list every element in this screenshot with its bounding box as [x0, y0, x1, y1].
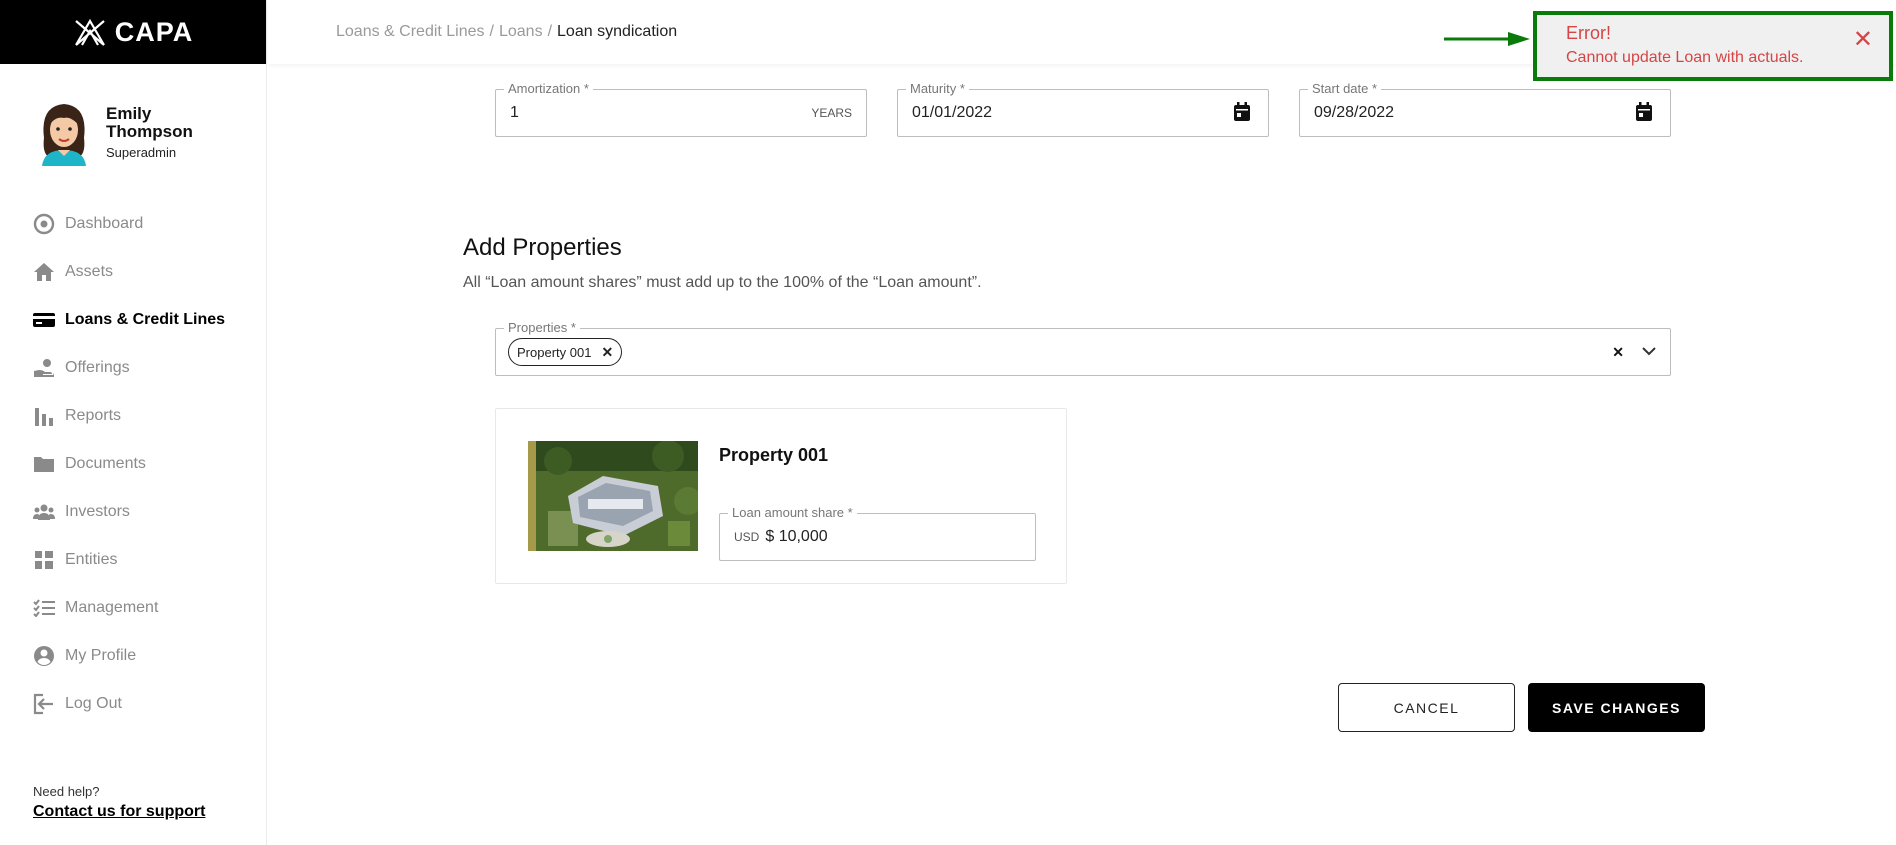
toast-message: Cannot update Loan with actuals. [1566, 49, 1804, 66]
properties-select[interactable]: Properties * Property 001 ✕ ✕ [495, 320, 1671, 376]
hand-coin-icon [33, 357, 55, 379]
annotation-arrow-icon [1444, 32, 1530, 46]
amortization-suffix: YEARS [811, 106, 852, 120]
sidebar-item-log-out[interactable]: Log Out [0, 680, 267, 728]
property-name: Property 001 [719, 445, 829, 465]
sidebar-item-label: Assets [65, 263, 114, 280]
cancel-button[interactable]: CANCEL [1338, 683, 1515, 732]
sidebar-item-label: Log Out [65, 695, 122, 712]
sidebar-item-documents[interactable]: Documents [0, 440, 267, 488]
sidebar-item-label: Reports [65, 407, 122, 424]
loan-amount-share-field[interactable]: Loan amount share * USD $ 10,000 [719, 505, 1036, 561]
start-date-value: 09/28/2022 [1314, 104, 1395, 121]
chip-remove-icon[interactable]: ✕ [601, 344, 613, 361]
sidebar-item-entities[interactable]: Entities [0, 536, 267, 584]
sidebar-item-label: Dashboard [65, 215, 144, 232]
sidebar-item-assets[interactable]: Assets [0, 248, 267, 296]
toast-title: Error! [1566, 23, 1611, 43]
clear-selection-icon[interactable]: ✕ [1612, 344, 1624, 361]
amortization-label: Amortization * [504, 81, 593, 96]
sidebar-item-label: My Profile [65, 647, 137, 664]
user-name-last: Thompson [106, 121, 193, 141]
chevron-down-icon[interactable] [1642, 343, 1656, 361]
sidebar-item-dashboard[interactable]: Dashboard [0, 200, 267, 248]
save-changes-button[interactable]: SAVE CHANGES [1528, 683, 1705, 732]
amortization-field[interactable]: Amortization * 1 YEARS [495, 81, 867, 137]
logo[interactable]: CAPA [0, 0, 266, 64]
sidebar-item-label: Management [65, 599, 159, 616]
sidebar-item-offerings[interactable]: Offerings [0, 344, 267, 392]
add-properties-title: Add Properties [463, 234, 622, 261]
contact-support-link[interactable]: Contact us for support [33, 803, 205, 821]
dashboard-icon [33, 213, 55, 235]
property-image [528, 441, 698, 551]
breadcrumb-separator: / [547, 23, 553, 40]
checklist-icon [33, 597, 55, 619]
sidebar-item-investors[interactable]: Investors [0, 488, 267, 536]
home-icon [33, 261, 55, 283]
sidebar-item-label: Documents [65, 455, 146, 472]
breadcrumb-separator: / [489, 23, 494, 40]
start-date-label: Start date * [1308, 81, 1382, 96]
properties-label: Properties * [504, 320, 580, 335]
bar-chart-icon [33, 405, 55, 427]
sidebar-item-my-profile[interactable]: My Profile [0, 632, 267, 680]
breadcrumb-loans-credit-lines[interactable]: Loans & Credit Lines [336, 23, 485, 40]
calendar-icon[interactable] [1634, 102, 1656, 124]
amortization-value: 1 [510, 104, 519, 121]
credit-card-icon [33, 309, 55, 331]
start-date-field[interactable]: Start date * 09/28/2022 [1299, 81, 1671, 137]
sidebar-item-reports[interactable]: Reports [0, 392, 267, 440]
loan-amount-share-value: $ 10,000 [765, 528, 828, 545]
sidebar: CAPA Emily Thompson Superadmin Dashboard [0, 0, 267, 845]
loan-amount-share-label: Loan amount share * [728, 505, 857, 520]
calendar-icon[interactable] [1232, 102, 1254, 124]
users-icon [33, 501, 55, 523]
avatar [42, 104, 86, 166]
maturity-label: Maturity * [906, 81, 969, 96]
currency-prefix: USD [734, 530, 760, 544]
grid-icon [33, 549, 55, 571]
maturity-value: 01/01/2022 [912, 104, 993, 121]
sidebar-nav: Dashboard Assets Loans & Credit Lines Of… [0, 200, 267, 728]
chip-label: Property 001 [517, 344, 592, 360]
breadcrumb-current: Loan syndication [557, 23, 678, 40]
logout-icon [33, 693, 55, 715]
sidebar-item-management[interactable]: Management [0, 584, 267, 632]
sidebar-item-loans[interactable]: Loans & Credit Lines [0, 296, 267, 344]
user-role: Superadmin [106, 144, 177, 160]
folder-icon [33, 453, 55, 475]
brand-name: CAPA [114, 16, 194, 47]
add-properties-description: All “Loan amount shares” must add up to … [463, 274, 982, 291]
capa-logo-icon [74, 18, 105, 46]
maturity-field[interactable]: Maturity * 01/01/2022 [897, 81, 1269, 137]
property-card: Property 001 Loan amount share * USD $ 1… [495, 408, 1067, 584]
sidebar-item-label: Offerings [65, 359, 130, 376]
breadcrumb-loans[interactable]: Loans [499, 23, 543, 40]
help-section: Need help? Contact us for support [33, 784, 205, 821]
sidebar-item-label: Investors [65, 503, 130, 520]
error-toast: Error! Cannot update Loan with actuals. … [1533, 11, 1893, 81]
sidebar-item-label: Entities [65, 551, 118, 568]
breadcrumb: Loans & Credit Lines / Loans / Loan syndicat… [336, 23, 677, 41]
close-icon[interactable]: ✕ [1853, 28, 1873, 52]
user-name-first: Emily [106, 103, 152, 123]
user-profile: Emily Thompson Superadmin [30, 98, 193, 166]
user-circle-icon [33, 645, 55, 667]
sidebar-item-label: Loans & Credit Lines [65, 311, 226, 328]
help-text: Need help? [33, 784, 100, 799]
property-chip[interactable]: Property 001 ✕ [508, 338, 623, 366]
